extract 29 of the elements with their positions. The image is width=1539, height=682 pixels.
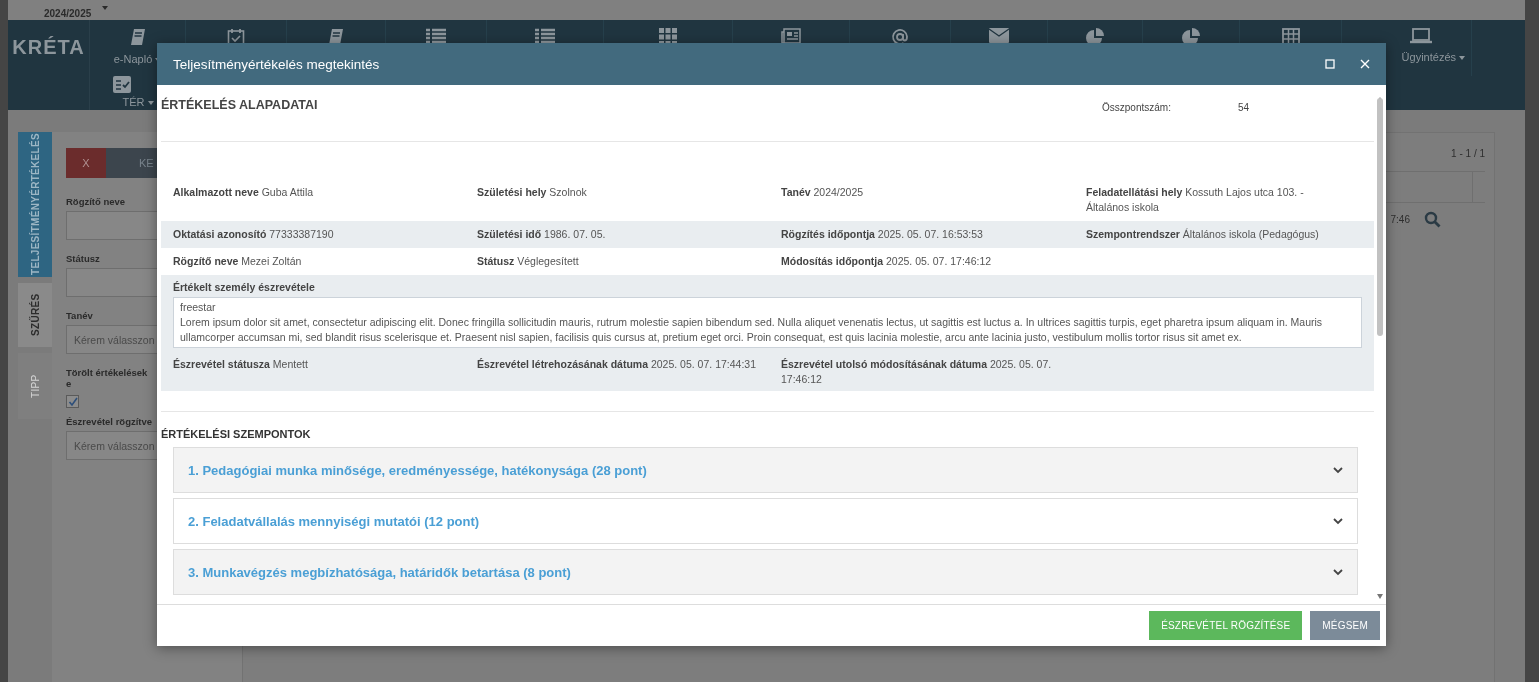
detail-field: Rögzítő neve Mezei Zoltán bbox=[173, 255, 302, 267]
total-value: 54 bbox=[1238, 102, 1250, 113]
detail-field: Szempontrendszer Általános iskola (Pedagógus) bbox=[1086, 228, 1319, 240]
pager-text: 1 - 1 / 1 bbox=[1451, 148, 1485, 159]
detail-field: Tanév 2024/2025 bbox=[781, 186, 864, 198]
field-label: Státusz bbox=[66, 253, 101, 264]
field-label: Tanév bbox=[66, 310, 94, 321]
detail-field: Rögzítés időpontja 2025. 05. 07. 16:53:53 bbox=[781, 228, 983, 240]
placeholder-text: Kérem válasszon bbox=[74, 439, 155, 452]
detail-field: Oktatási azonosító 77333387190 bbox=[173, 228, 334, 240]
detail-field: Feladatellátási hely Kossuth Lajos utca 103. - Általános iskola bbox=[1086, 186, 1304, 213]
total-label: Összpontszám: bbox=[1102, 102, 1172, 113]
table-cell: 7:46 bbox=[1390, 214, 1410, 225]
detail-field: Észrevétel létrehozásának dátuma 2025. 05. 07. 17:44:31 bbox=[477, 358, 756, 370]
detail-field: Születési hely Szolnok bbox=[477, 186, 587, 198]
placeholder-text: Kérem válasszon bbox=[74, 333, 155, 346]
field-label: Törölt értékelések e bbox=[66, 367, 149, 389]
detail-field: Alkalmazott neve Guba Attila bbox=[173, 186, 314, 198]
field-label: Értékelt személy észrevétele bbox=[173, 281, 316, 293]
field-label: Rögzítő neve bbox=[66, 196, 127, 207]
detail-field: Státusz Véglegesített bbox=[477, 255, 579, 267]
section-heading: ÉRTÉKELÉS ALAPADATAI bbox=[161, 98, 319, 112]
detail-field: Születési idő 1986. 07. 05. bbox=[477, 228, 606, 240]
dialog-title: Teljesítményértékelés megtekintés bbox=[173, 56, 381, 72]
field-label: Észrevétel rögzítve bbox=[66, 416, 154, 427]
detail-field: Észrevétel státusza Mentett bbox=[173, 358, 308, 370]
detail-field: Észrevétel utolsó módosításának dátuma 2025. 05. 07. 17:46:12 bbox=[781, 358, 1052, 385]
section-heading: ÉRTÉKELÉSI SZEMPONTOK bbox=[161, 428, 312, 440]
detail-field: Módosítás időpontja 2025. 05. 07. 17:46:12 bbox=[781, 255, 992, 267]
